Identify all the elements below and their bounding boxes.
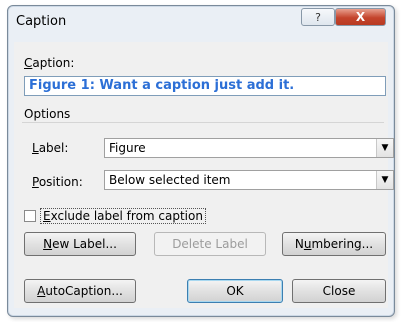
help-button[interactable]: ? (301, 8, 335, 26)
numbering-button-label: Numbering... (294, 237, 374, 251)
chevron-down-icon[interactable]: ▼ (376, 171, 393, 189)
options-heading: Options (24, 107, 71, 121)
exclude-label-checkbox[interactable] (24, 210, 36, 222)
window-close-button[interactable]: X (335, 8, 386, 26)
close-button[interactable]: Close (292, 279, 386, 303)
label-field-label: Label: (32, 141, 69, 155)
ok-button[interactable]: OK (187, 279, 283, 303)
new-label-button-label: New Label... (43, 237, 117, 251)
delete-label-button[interactable]: Delete Label (154, 232, 266, 256)
autocaption-button[interactable]: AutoCaption... (24, 279, 136, 303)
new-label-button[interactable]: New Label... (24, 232, 136, 256)
options-divider (22, 122, 384, 123)
delete-label-button-label: Delete Label (172, 237, 248, 251)
close-icon: X (355, 10, 366, 24)
help-icon: ? (315, 10, 321, 24)
caption-dialog: Caption ? X Caption: Figure 1: Want a ca… (7, 5, 395, 317)
position-select[interactable]: Below selected item ▼ (104, 170, 394, 190)
window-title: Caption (16, 14, 67, 29)
numbering-button[interactable]: Numbering... (282, 232, 386, 256)
dialog-body: Caption: Figure 1: Want a caption just a… (14, 42, 394, 308)
close-button-label: Close (322, 284, 356, 298)
title-bar[interactable]: Caption ? X (8, 6, 394, 38)
caption-label: Caption: (24, 56, 75, 70)
chevron-down-icon[interactable]: ▼ (376, 139, 393, 157)
exclude-label-checkbox-label[interactable]: Exclude label from caption (40, 208, 206, 224)
autocaption-button-label: AutoCaption... (37, 284, 123, 298)
label-select[interactable]: Figure ▼ (104, 138, 394, 158)
position-select-value: Below selected item (109, 173, 231, 187)
label-select-value: Figure (109, 141, 146, 155)
position-field-label: Position: (32, 175, 83, 189)
caption-input[interactable]: Figure 1: Want a caption just add it. (24, 76, 386, 96)
ok-button-label: OK (226, 284, 244, 298)
